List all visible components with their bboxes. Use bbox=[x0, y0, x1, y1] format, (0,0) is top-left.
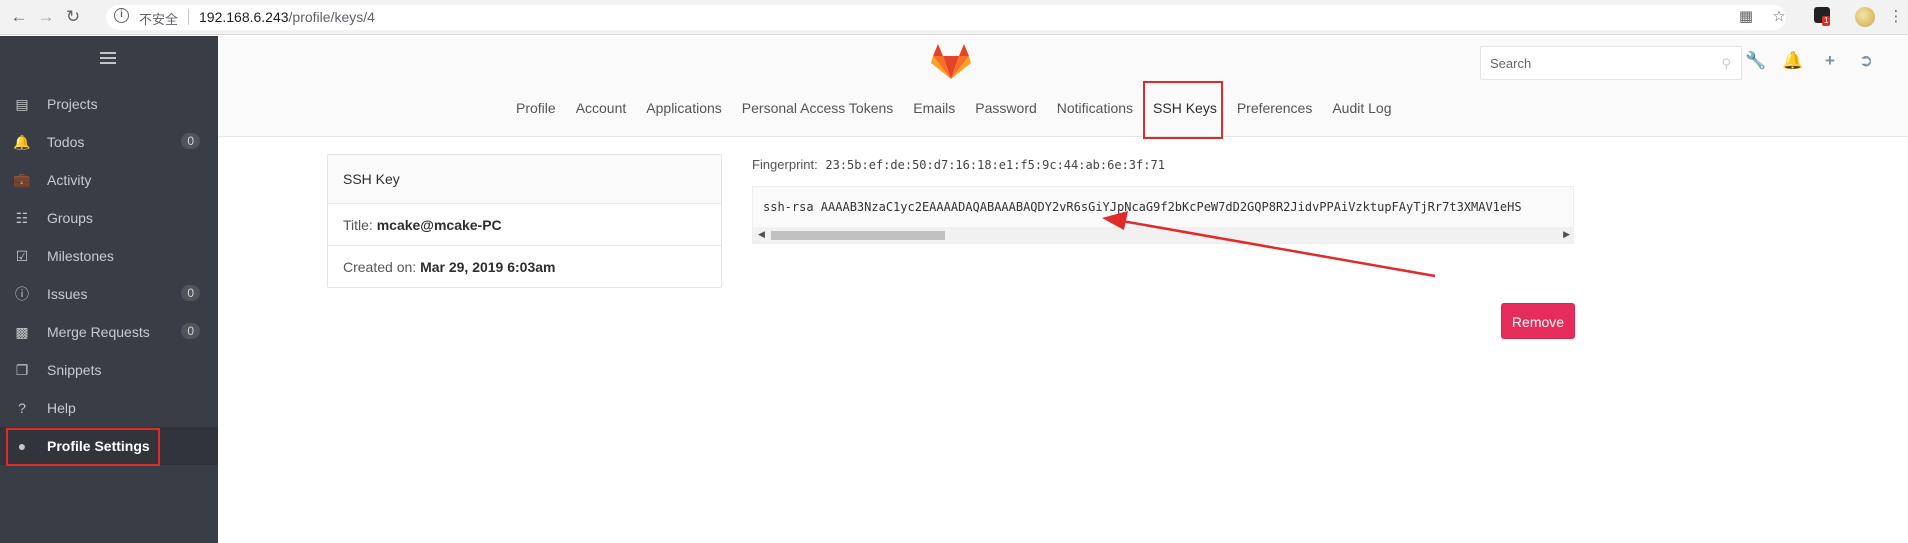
sidebar-item-label: Projects bbox=[47, 96, 98, 112]
browser-toolbar: ← → ↻ i 不安全 192.168.6.243/profile/keys/4… bbox=[0, 0, 1908, 35]
sidebar-item-count: 0 bbox=[181, 133, 200, 149]
fingerprint: Fingerprint: 23:5b:ef:de:50:d7:16:18:e1:… bbox=[752, 157, 1165, 172]
highlight-box-ssh-keys bbox=[1143, 81, 1223, 139]
calendar-check-icon: ☑ bbox=[15, 247, 29, 264]
sidebar-item-count: 0 bbox=[181, 285, 200, 301]
sidebar-item-label: Milestones bbox=[47, 248, 114, 264]
tab-personal-access-tokens[interactable]: Personal Access Tokens bbox=[742, 100, 894, 116]
insecure-label: 不安全 bbox=[139, 13, 179, 28]
projects-icon: ▤ bbox=[15, 95, 29, 112]
forward-icon[interactable]: → bbox=[36, 7, 56, 27]
back-icon[interactable]: ← bbox=[9, 7, 29, 27]
sidebar-item-projects[interactable]: ▤ Projects bbox=[0, 85, 218, 123]
sidebar-item-activity[interactable]: 💼 Activity bbox=[0, 161, 218, 199]
card-heading: SSH Key bbox=[328, 155, 721, 204]
sidebar-item-label: Help bbox=[47, 400, 76, 416]
exclamation-circle-icon: ⓘ bbox=[15, 286, 29, 302]
terminal-icon: ▩ bbox=[15, 323, 29, 340]
title-label: Title: bbox=[343, 217, 373, 233]
extension-icon[interactable]: 1 bbox=[1814, 7, 1831, 26]
sign-out-icon[interactable]: ➲ bbox=[1855, 50, 1877, 72]
info-icon[interactable]: i bbox=[114, 8, 129, 23]
reload-icon[interactable]: ↻ bbox=[63, 7, 83, 27]
sidebar-item-milestones[interactable]: ☑ Milestones bbox=[0, 237, 218, 275]
sidebar-item-issues[interactable]: ⓘ Issues 0 bbox=[0, 275, 218, 313]
copy-icon: ❐ bbox=[15, 361, 29, 378]
created-value: Mar 29, 2019 6:03am bbox=[420, 259, 556, 275]
sidebar-nav: ▤ Projects 🔔 Todos 0 💼 Activity ☷ Groups ☑ Milesto… bbox=[0, 85, 218, 465]
sidebar-item-label: Todos bbox=[47, 134, 85, 150]
sidebar-item-label: Groups bbox=[47, 210, 93, 226]
search-placeholder: Search bbox=[1490, 56, 1532, 71]
translate-icon[interactable]: ▦ bbox=[1737, 8, 1755, 26]
created-label: Created on: bbox=[343, 259, 417, 275]
sidebar-item-groups[interactable]: ☷ Groups bbox=[0, 199, 218, 237]
ssh-key-text[interactable]: ssh-rsa AAAAB3NzaC1yc2EAAAADAQABAAABAQDY… bbox=[763, 200, 1522, 214]
scrollbar-thumb[interactable] bbox=[771, 231, 945, 240]
wrench-icon[interactable]: 🔧 bbox=[1745, 50, 1767, 72]
sidebar-item-label: Issues bbox=[47, 286, 88, 302]
search-input[interactable]: Search ⚲ bbox=[1480, 46, 1742, 80]
bell-icon: 🔔 bbox=[13, 133, 31, 150]
tab-preferences[interactable]: Preferences bbox=[1237, 100, 1312, 116]
key-title-row: Title: mcake@mcake-PC bbox=[328, 204, 721, 246]
horizontal-scrollbar[interactable]: ◀ ▶ bbox=[753, 227, 1573, 243]
sidebar-item-help[interactable]: ? Help bbox=[0, 389, 218, 427]
tab-applications[interactable]: Applications bbox=[646, 100, 722, 116]
sidebar-item-snippets[interactable]: ❐ Snippets bbox=[0, 351, 218, 389]
sitemap-icon: ☷ bbox=[15, 209, 29, 226]
profile-tabs: Profile Account Applications Personal Acces… bbox=[516, 100, 1412, 116]
tab-emails[interactable]: Emails bbox=[913, 100, 955, 116]
scroll-left-icon[interactable]: ◀ bbox=[758, 229, 765, 240]
fingerprint-label: Fingerprint: bbox=[752, 157, 818, 172]
tab-profile[interactable]: Profile bbox=[516, 100, 556, 116]
sidebar-item-label: Activity bbox=[47, 172, 92, 188]
header: Search ⚲ 🔧 🔔 + ➲ Profile Account Applicati… bbox=[218, 36, 1908, 137]
hamburger-icon[interactable] bbox=[100, 52, 116, 66]
sidebar-item-label: Merge Requests bbox=[47, 324, 150, 340]
tab-audit-log[interactable]: Audit Log bbox=[1332, 100, 1391, 116]
ssh-key-card: SSH Key Title: mcake@mcake-PC Created on… bbox=[327, 154, 722, 288]
address-bar[interactable]: i 不安全 192.168.6.243/profile/keys/4 bbox=[106, 5, 1786, 30]
sidebar-header bbox=[0, 36, 218, 85]
remove-button[interactable]: Remove bbox=[1501, 303, 1575, 339]
sidebar-item-count: 0 bbox=[181, 323, 200, 339]
key-created-row: Created on: Mar 29, 2019 6:03am bbox=[328, 246, 721, 288]
gitlab-logo-icon[interactable] bbox=[931, 44, 971, 80]
extension-badge: 1 bbox=[1822, 16, 1831, 26]
briefcase-icon: 💼 bbox=[13, 171, 31, 188]
sidebar-item-merge-requests[interactable]: ▩ Merge Requests 0 bbox=[0, 313, 218, 351]
highlight-box-profile-settings bbox=[6, 428, 160, 466]
tab-notifications[interactable]: Notifications bbox=[1057, 100, 1133, 116]
bell-icon[interactable]: 🔔 bbox=[1782, 50, 1804, 72]
menu-icon[interactable]: ⋮ bbox=[1887, 8, 1905, 26]
sidebar: ▤ Projects 🔔 Todos 0 💼 Activity ☷ Groups ☑ Milesto… bbox=[0, 36, 218, 543]
scroll-right-icon[interactable]: ▶ bbox=[1563, 229, 1570, 240]
plus-icon[interactable]: + bbox=[1819, 50, 1841, 72]
url-text[interactable]: 192.168.6.243/profile/keys/4 bbox=[199, 9, 375, 25]
tab-account[interactable]: Account bbox=[576, 100, 627, 116]
sidebar-item-label: Snippets bbox=[47, 362, 102, 378]
fingerprint-value: 23:5b:ef:de:50:d7:16:18:e1:f5:9c:44:ab:6… bbox=[825, 158, 1165, 172]
sidebar-item-todos[interactable]: 🔔 Todos 0 bbox=[0, 123, 218, 161]
star-icon[interactable]: ☆ bbox=[1770, 8, 1788, 26]
tab-password[interactable]: Password bbox=[975, 100, 1036, 116]
question-circle-icon: ? bbox=[18, 400, 26, 416]
ssh-key-box[interactable]: ssh-rsa AAAAB3NzaC1yc2EAAAADAQABAAABAQDY… bbox=[752, 186, 1574, 244]
search-icon: ⚲ bbox=[1721, 56, 1731, 71]
profile-avatar[interactable] bbox=[1855, 7, 1875, 27]
title-value: mcake@mcake-PC bbox=[376, 217, 502, 233]
omnibox-divider bbox=[188, 9, 189, 25]
